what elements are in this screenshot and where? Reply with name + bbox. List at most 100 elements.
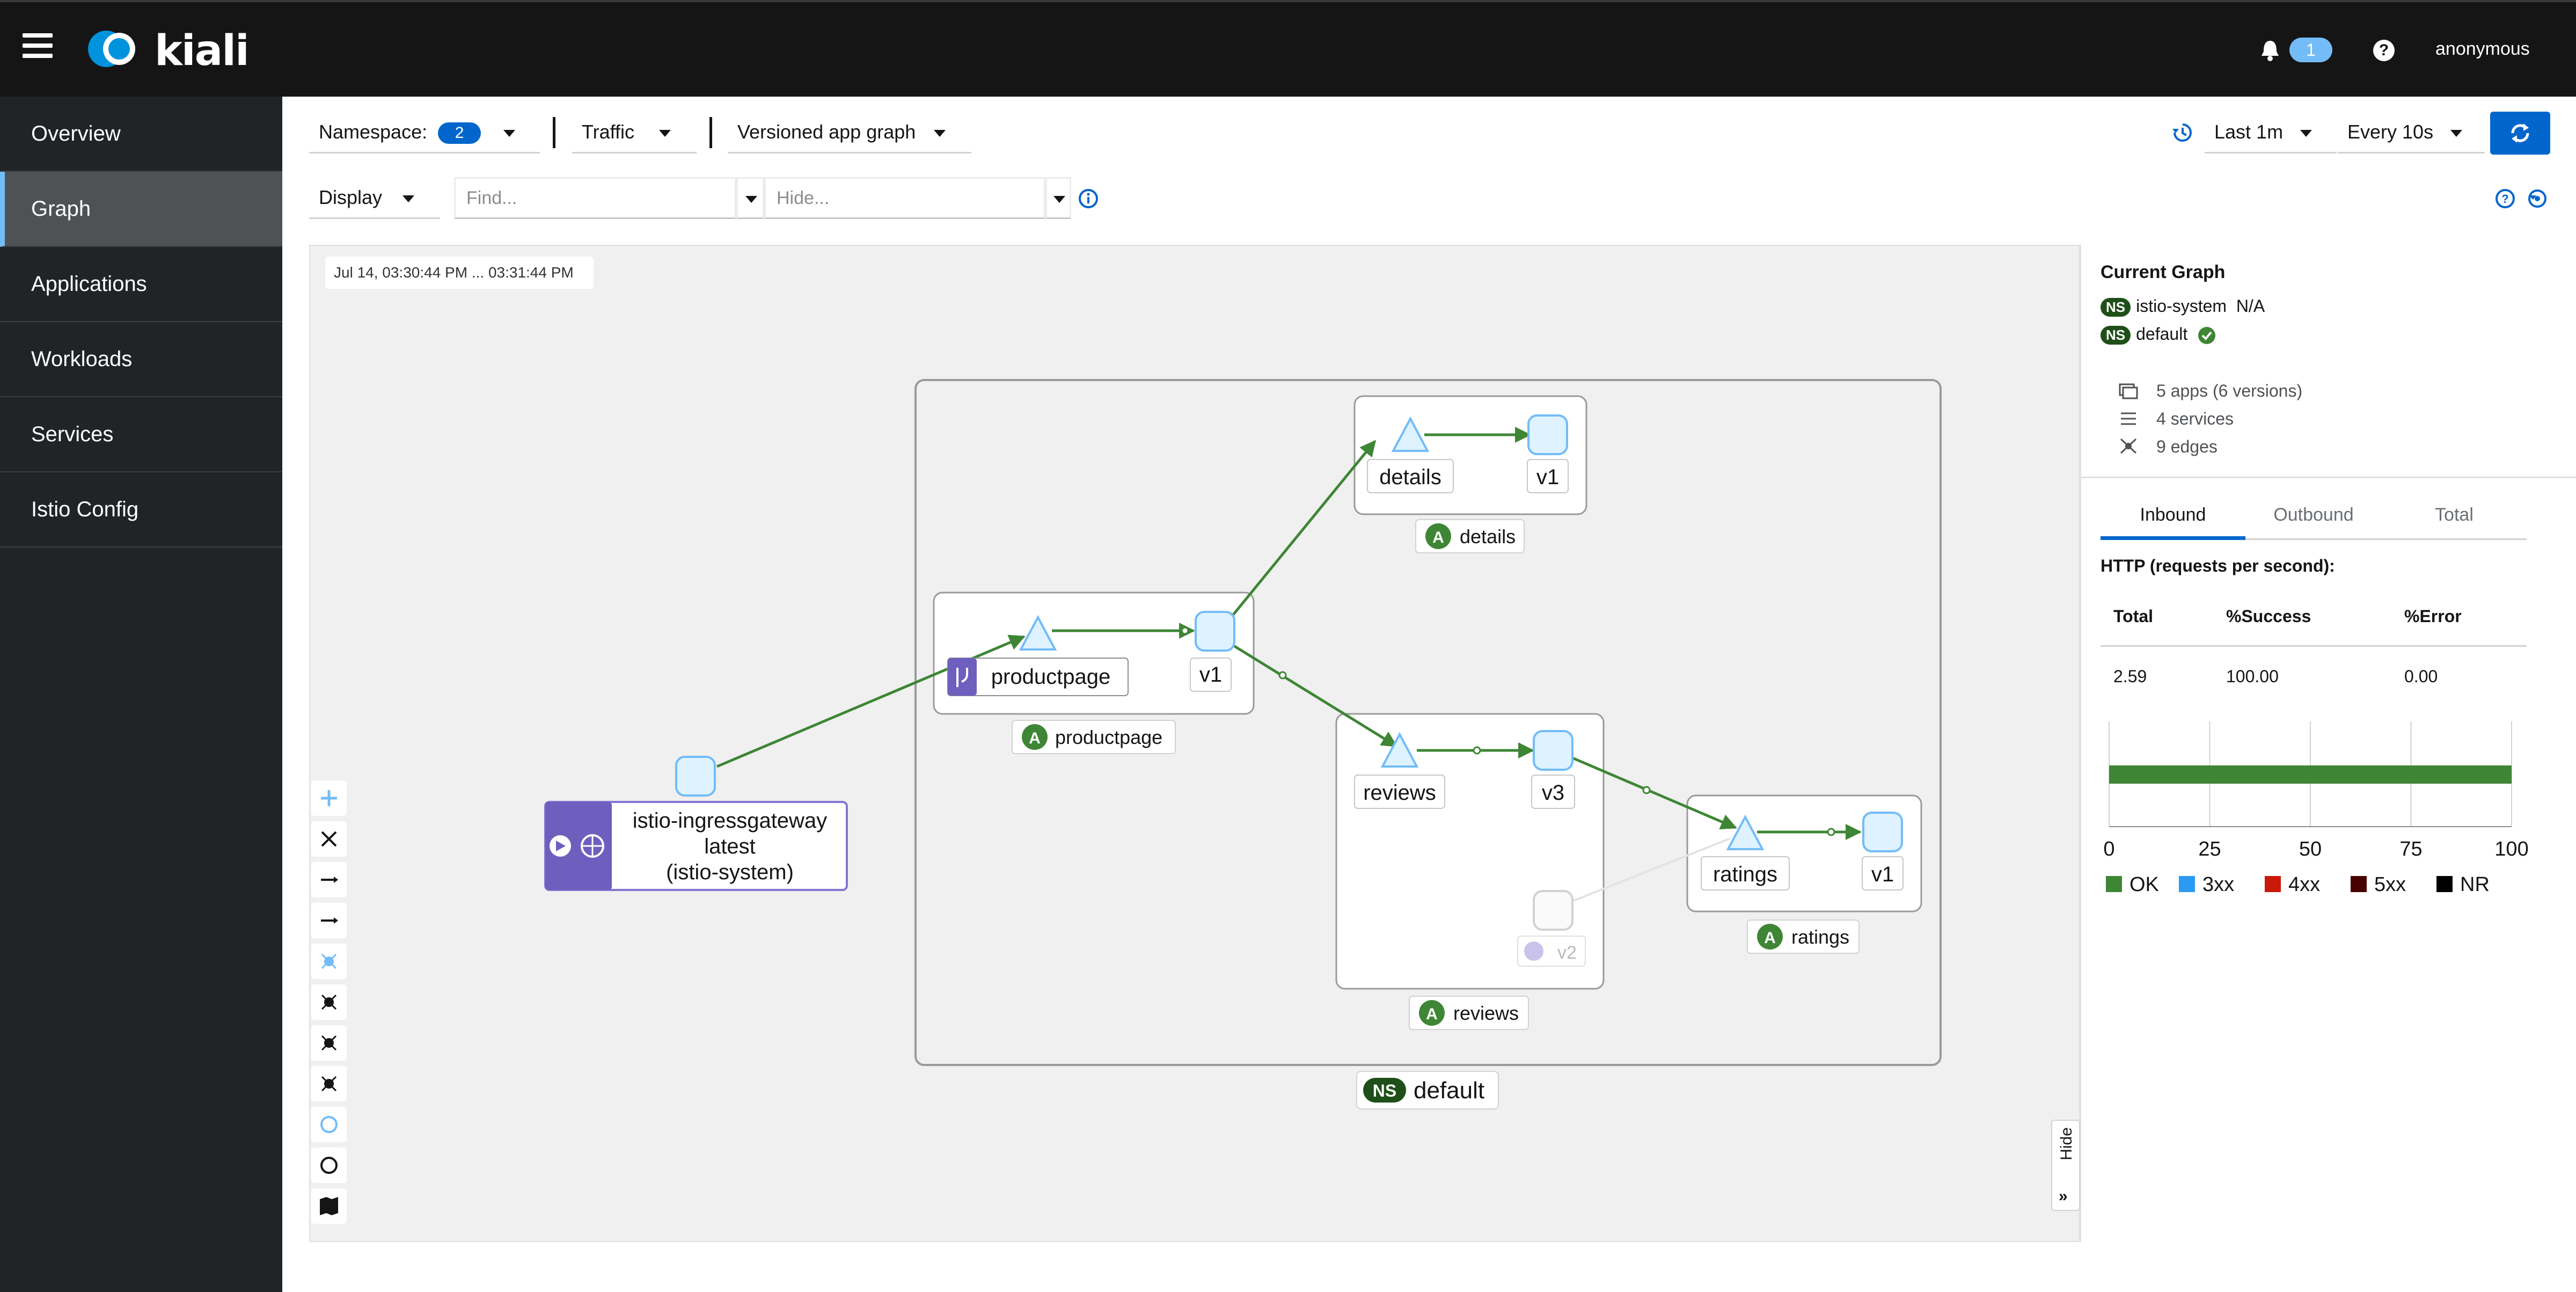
edges-icon bbox=[2120, 438, 2137, 454]
chevron-down-icon bbox=[934, 130, 946, 137]
refresh-button[interactable] bbox=[2490, 112, 2550, 155]
graph-help-icon[interactable]: ? bbox=[2494, 188, 2516, 209]
hide-panel-button[interactable]: Hide » bbox=[2051, 1120, 2080, 1211]
traffic-dropdown[interactable]: Traffic bbox=[572, 112, 697, 154]
ratings-app-label: ratings bbox=[1791, 926, 1849, 948]
reviews-service-label: reviews bbox=[1363, 781, 1436, 805]
tab-outbound[interactable]: Outbound bbox=[2241, 496, 2386, 540]
table-cell-error: 0.00 bbox=[2404, 667, 2438, 686]
graph-type-dropdown[interactable]: Versioned app graph bbox=[728, 112, 971, 154]
chevron-down-icon bbox=[745, 196, 757, 203]
find-dropdown-toggle[interactable] bbox=[736, 177, 764, 219]
ns-name[interactable]: default bbox=[2136, 324, 2187, 344]
refresh-interval-label: Every 10s bbox=[2347, 121, 2434, 143]
sync-icon bbox=[2511, 123, 2529, 143]
chart-legend-label: 5xx bbox=[2374, 873, 2406, 896]
chart-x-tick-label: 25 bbox=[2198, 838, 2221, 860]
chart-legend-swatch bbox=[2351, 876, 2367, 892]
legend-map-icon[interactable] bbox=[311, 1188, 347, 1224]
chart-bar-ok[interactable] bbox=[2109, 765, 2512, 784]
service-graph[interactable]: istio-ingressgateway latest (istio-syste… bbox=[309, 245, 2080, 1242]
table-header-total: Total bbox=[2113, 607, 2154, 626]
hide-dropdown-toggle[interactable] bbox=[1045, 177, 1071, 219]
http-section-title: HTTP (requests per second): bbox=[2101, 556, 2335, 575]
panel-namespace-istio-system: NS istio-system N/A bbox=[2101, 296, 2265, 317]
hide-label: Hide bbox=[2058, 1127, 2075, 1160]
graph-tour-icon[interactable] bbox=[2527, 188, 2548, 209]
app-badge-ratings: A bbox=[1764, 929, 1776, 947]
chart-x-tick-label: 0 bbox=[2103, 838, 2114, 860]
time-range-dropdown[interactable]: Last 1m bbox=[2205, 112, 2337, 154]
chevron-down-icon bbox=[1053, 196, 1065, 203]
sidebar-item-graph[interactable]: Graph bbox=[0, 172, 282, 247]
layout-cola-icon[interactable] bbox=[311, 944, 347, 979]
sidebar-item-workloads[interactable]: Workloads bbox=[0, 322, 282, 397]
table-header-error: %Error bbox=[2404, 607, 2462, 626]
chart-x-tick-label: 75 bbox=[2399, 838, 2422, 860]
workload-node-productpage-v1[interactable] bbox=[1195, 611, 1235, 652]
layout-dagre-icon[interactable] bbox=[311, 903, 347, 938]
workload-node-reviews-v3[interactable] bbox=[1533, 730, 1574, 771]
namespace-badge: NS bbox=[1373, 1081, 1396, 1100]
check-circle-icon bbox=[2198, 326, 2216, 344]
chevron-down-icon bbox=[659, 130, 671, 137]
zoom-in-icon[interactable] bbox=[311, 780, 347, 816]
sidebar-item-overview[interactable]: Overview bbox=[0, 97, 282, 172]
traffic-label: Traffic bbox=[582, 121, 635, 143]
ns-badge: NS bbox=[2101, 298, 2131, 317]
user-menu[interactable]: anonymous bbox=[2435, 39, 2530, 60]
productpage-version-label: v1 bbox=[1199, 663, 1222, 687]
sidebar-item-applications[interactable]: Applications bbox=[0, 247, 282, 322]
ingress-gateway-node[interactable]: istio-ingressgateway latest (istio-syste… bbox=[544, 801, 848, 891]
chart-x-tick-label: 100 bbox=[2494, 838, 2528, 860]
notification-badge[interactable]: 1 bbox=[2289, 38, 2332, 62]
display-dropdown[interactable]: Display bbox=[309, 177, 440, 219]
chevron-down-icon bbox=[503, 130, 515, 137]
layout-concentric-icon[interactable] bbox=[311, 1066, 347, 1101]
sidebar-item-istio-config[interactable]: Istio Config bbox=[0, 472, 282, 548]
sidebar-item-services[interactable]: Services bbox=[0, 397, 282, 472]
hamburger-menu-icon[interactable] bbox=[23, 33, 53, 58]
namespace-layout-2-icon[interactable] bbox=[311, 1148, 347, 1183]
layout-cose-icon[interactable] bbox=[311, 984, 347, 1020]
ns-name[interactable]: istio-system bbox=[2136, 296, 2227, 316]
fit-to-screen-icon[interactable] bbox=[311, 821, 347, 857]
services-icon bbox=[2121, 412, 2136, 425]
app-badge-details: A bbox=[1432, 529, 1444, 546]
tab-total[interactable]: Total bbox=[2382, 496, 2527, 540]
display-label: Display bbox=[319, 186, 383, 208]
layout-default-icon[interactable] bbox=[311, 862, 347, 897]
workload-node-details-v1[interactable] bbox=[1527, 414, 1568, 455]
chart-legend-swatch bbox=[2106, 876, 2122, 892]
panel-services-count: 4 services bbox=[2156, 409, 2234, 428]
details-app-label: details bbox=[1460, 525, 1516, 548]
bell-icon[interactable] bbox=[2260, 40, 2280, 61]
table-cell-total: 2.59 bbox=[2113, 667, 2147, 686]
layout-breadthfirst-icon[interactable] bbox=[311, 1025, 347, 1061]
table-divider bbox=[2101, 645, 2527, 647]
graph-type-label: Versioned app graph bbox=[737, 121, 916, 143]
history-icon[interactable] bbox=[2171, 121, 2194, 144]
double-chevron-right-icon: » bbox=[2059, 1187, 2068, 1205]
chart-legend-label: 3xx bbox=[2202, 873, 2234, 896]
namespace-dropdown[interactable]: Namespace: 2 bbox=[309, 112, 540, 154]
workload-node-reviews-v2[interactable] bbox=[1533, 890, 1574, 931]
reviews-v2-label: v2 bbox=[1557, 943, 1577, 963]
help-icon[interactable]: ? bbox=[2373, 40, 2395, 61]
find-input[interactable]: Find... bbox=[454, 177, 736, 219]
toolbar-divider bbox=[709, 117, 712, 148]
chevron-down-icon bbox=[2300, 130, 2312, 137]
chart-legend-swatch bbox=[2265, 876, 2281, 892]
namespace-count-badge: 2 bbox=[438, 122, 481, 144]
table-header-success: %Success bbox=[2226, 607, 2311, 626]
tab-inbound[interactable]: Inbound bbox=[2101, 496, 2245, 540]
workload-node-ingressgateway[interactable] bbox=[675, 756, 716, 797]
refresh-interval-dropdown[interactable]: Every 10s bbox=[2338, 112, 2485, 154]
namespace-layout-icon[interactable] bbox=[311, 1107, 347, 1142]
panel-apps-count: 5 apps (6 versions) bbox=[2156, 381, 2303, 400]
hide-input[interactable]: Hide... bbox=[764, 177, 1045, 219]
info-icon[interactable] bbox=[1078, 188, 1099, 209]
apps-icon bbox=[2119, 383, 2138, 399]
sidebar: Overview Graph Applications Workloads Se… bbox=[0, 97, 282, 1292]
workload-node-ratings-v1[interactable] bbox=[1862, 812, 1903, 852]
